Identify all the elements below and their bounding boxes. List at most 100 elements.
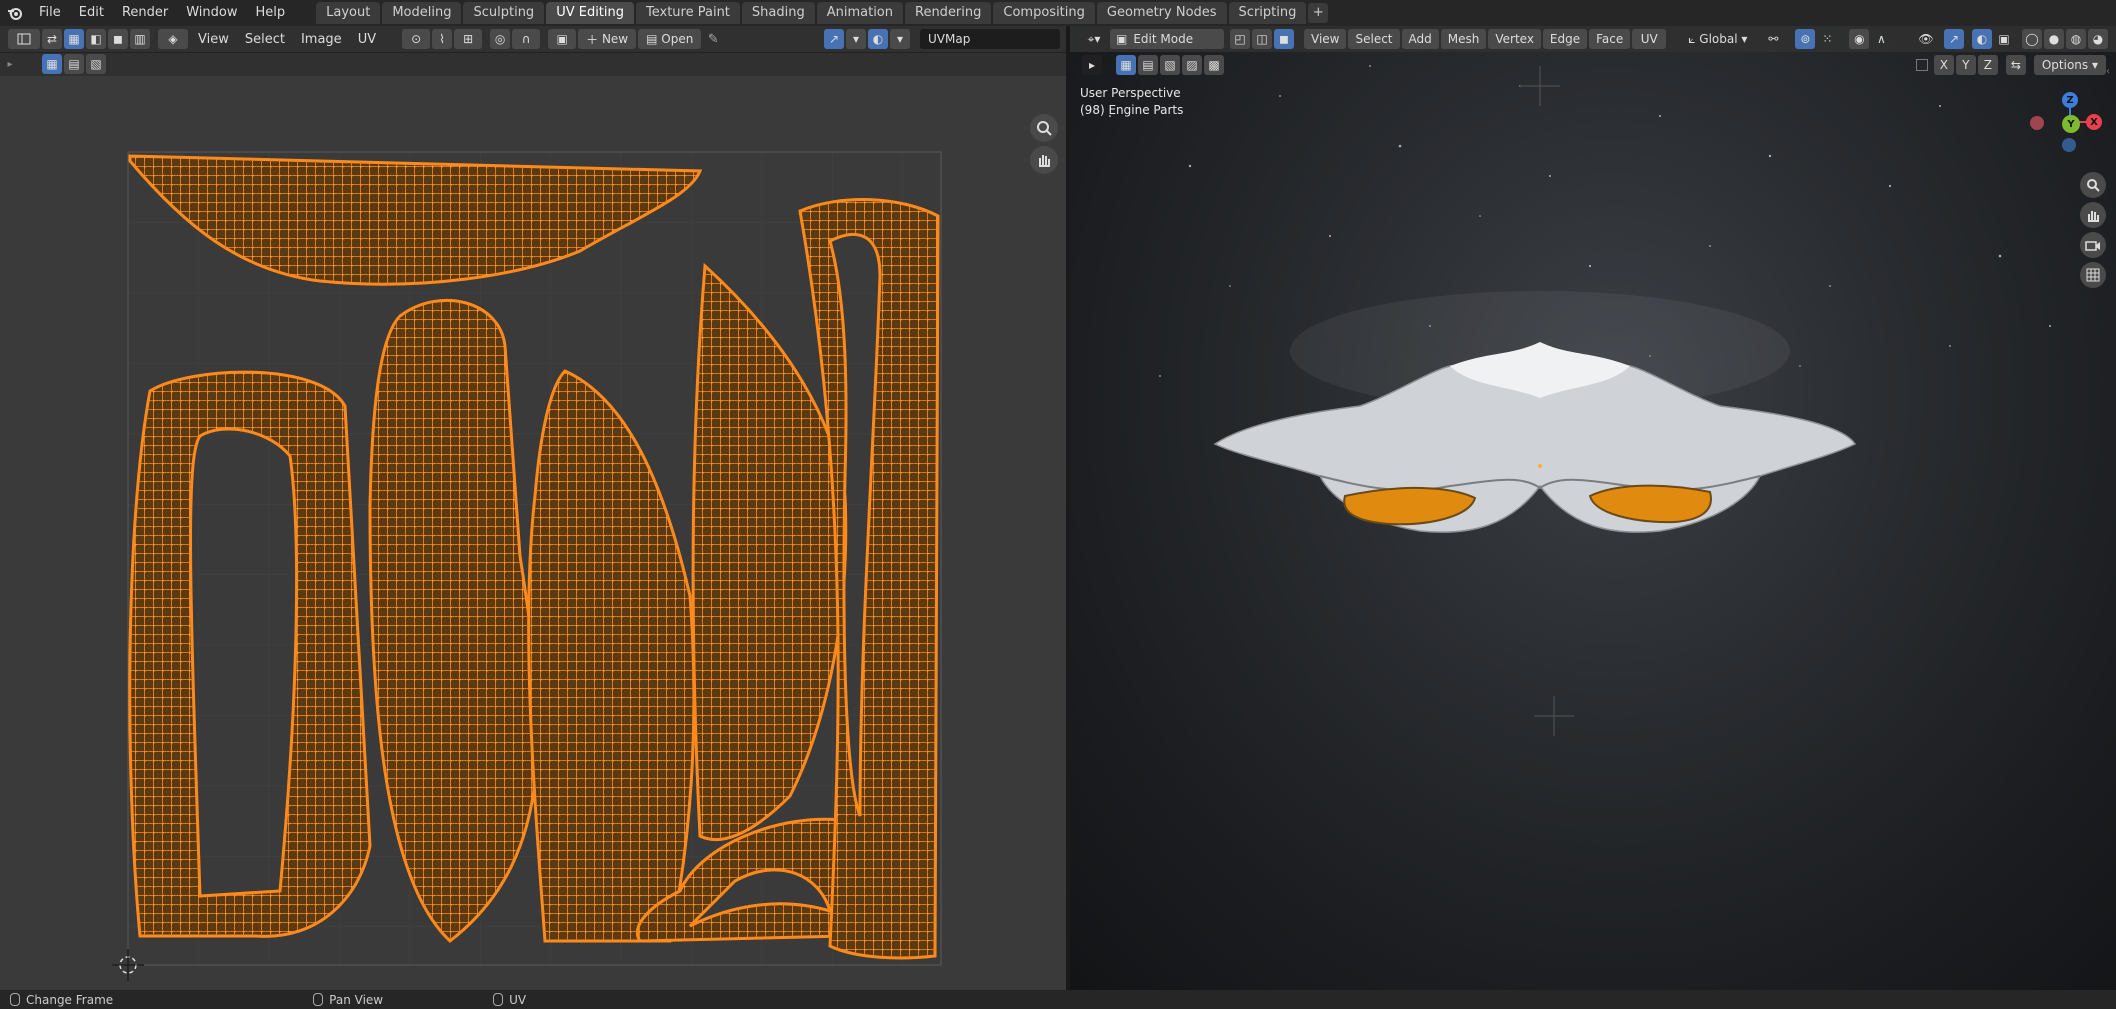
- visibility-icon[interactable]: 👁: [1916, 29, 1936, 49]
- select-new-icon[interactable]: ▦: [42, 54, 62, 74]
- mirror-lock-icon[interactable]: [1915, 59, 1928, 71]
- select-box-invert-icon[interactable]: ▨: [1182, 55, 1202, 75]
- vp-menu-view[interactable]: View: [1304, 29, 1347, 49]
- 3d-viewport[interactable]: ⌖▾ ▣ Edit Mode ◰ ◫ ◼ View Select Add Mes…: [1070, 26, 2116, 990]
- gizmo-dropdown-icon[interactable]: ▾: [890, 29, 910, 49]
- shading-rendered-icon[interactable]: ◕: [2088, 29, 2108, 49]
- grid-icon[interactable]: [2080, 262, 2106, 288]
- transform-orientation-dropdown[interactable]: ⟀ Global ▾: [1682, 29, 1753, 49]
- tab-rendering[interactable]: Rendering: [905, 2, 992, 24]
- image-browse-icon[interactable]: ▣: [548, 29, 577, 49]
- edge-select-icon[interactable]: ◧: [86, 29, 106, 49]
- island-select-icon[interactable]: ▥: [130, 29, 150, 49]
- menu-window[interactable]: Window: [177, 0, 246, 26]
- pivot-icon[interactable]: ⊙: [402, 29, 431, 49]
- edge-mode-icon[interactable]: ◫: [1252, 29, 1272, 49]
- shading-wireframe-icon[interactable]: ◯: [2022, 29, 2042, 49]
- navigation-gizmo[interactable]: Z Y X: [2030, 86, 2110, 166]
- gizmo-neg-x-axis[interactable]: [2030, 116, 2044, 130]
- falloff-3d-icon[interactable]: ∧: [1871, 29, 1891, 49]
- sidebar-expand-icon[interactable]: ‹: [2106, 66, 2110, 77]
- select-extend-icon[interactable]: ▤: [64, 54, 84, 74]
- tab-texture-paint[interactable]: Texture Paint: [636, 2, 740, 24]
- select-box-intersect-icon[interactable]: ▩: [1204, 55, 1224, 75]
- tab-layout[interactable]: Layout: [316, 2, 381, 24]
- gizmo-z-axis[interactable]: Z: [2062, 92, 2078, 108]
- zoom-icon[interactable]: [1030, 114, 1058, 142]
- snap-icon[interactable]: ⌇: [432, 29, 453, 49]
- vp-zoom-icon[interactable]: [2080, 172, 2106, 198]
- tab-sculpting[interactable]: Sculpting: [463, 2, 545, 24]
- menu-edit[interactable]: Edit: [70, 0, 113, 26]
- new-image-button[interactable]: ＋ New: [578, 29, 637, 49]
- overlay-3d-toggle-icon[interactable]: ◐: [1972, 29, 1992, 49]
- proportional-edit-3d-icon[interactable]: ◉: [1849, 29, 1870, 49]
- select-box-new-icon[interactable]: ▦: [1116, 55, 1136, 75]
- uv-sync-icon[interactable]: ↗: [824, 29, 844, 49]
- menu-file[interactable]: File: [30, 0, 70, 26]
- tab-geometry-nodes[interactable]: Geometry Nodes: [1096, 2, 1227, 24]
- vp-menu-vertex[interactable]: Vertex: [1488, 29, 1541, 49]
- vertex-select-icon[interactable]: ▦: [64, 29, 84, 49]
- vp-menu-select[interactable]: Select: [1348, 29, 1400, 49]
- vp-menu-face[interactable]: Face: [1589, 29, 1631, 49]
- menu-render[interactable]: Render: [113, 0, 177, 26]
- camera-icon[interactable]: [2080, 232, 2106, 258]
- editor-type-icon[interactable]: [8, 29, 40, 49]
- select-subtract-icon[interactable]: ▧: [86, 54, 106, 74]
- overlay-dropdown-icon[interactable]: ▾: [846, 29, 866, 49]
- uv-menu-uv[interactable]: UV: [350, 32, 384, 47]
- options-dropdown[interactable]: Options ▾: [2033, 55, 2106, 75]
- mode-dropdown[interactable]: ▣ Edit Mode: [1110, 29, 1224, 49]
- vp-menu-add[interactable]: Add: [1401, 29, 1439, 49]
- face-mode-icon[interactable]: ◼: [1274, 29, 1294, 49]
- tab-shading[interactable]: Shading: [741, 2, 815, 24]
- shading-material-icon[interactable]: ◍: [2066, 29, 2086, 49]
- vertex-mode-icon[interactable]: ◰: [1230, 29, 1250, 49]
- uv-menu-select[interactable]: Select: [237, 32, 293, 47]
- shading-solid-icon[interactable]: ●: [2044, 29, 2064, 49]
- falloff-icon[interactable]: ∩: [512, 29, 541, 49]
- uv-mesh-layout[interactable]: [0, 76, 1066, 990]
- gizmo-neg-z-axis[interactable]: [2062, 138, 2076, 152]
- proportional-edit-icon[interactable]: ◎: [490, 29, 511, 49]
- gizmo-toggle-icon[interactable]: ◐: [868, 29, 888, 49]
- hand-pan-icon[interactable]: [1030, 146, 1058, 174]
- sticky-select-icon[interactable]: ◈: [158, 29, 188, 49]
- uvmap-field[interactable]: UVMap: [920, 29, 1060, 49]
- pivot-point-icon[interactable]: ⚯: [1763, 29, 1783, 49]
- select-box-subtract-icon[interactable]: ▧: [1160, 55, 1180, 75]
- toolbar-expand-icon[interactable]: ▸: [0, 59, 20, 70]
- open-image-button[interactable]: ▤ Open: [638, 29, 702, 49]
- mirror-z-toggle[interactable]: Z: [1977, 55, 1998, 75]
- vp-menu-uv[interactable]: UV: [1632, 29, 1667, 49]
- vp-hand-pan-icon[interactable]: [2080, 202, 2106, 228]
- tab-compositing[interactable]: Compositing: [993, 2, 1095, 24]
- tab-scripting[interactable]: Scripting: [1228, 2, 1307, 24]
- gizmo-3d-toggle-icon[interactable]: ↗: [1944, 29, 1964, 49]
- snap-target-icon[interactable]: ⊞: [454, 29, 483, 49]
- menu-help[interactable]: Help: [247, 0, 295, 26]
- toolbar-toggle-icon[interactable]: ▸: [1082, 55, 1102, 75]
- select-box-extend-icon[interactable]: ▤: [1138, 55, 1158, 75]
- uv-menu-image[interactable]: Image: [293, 32, 350, 47]
- vp-menu-edge[interactable]: Edge: [1542, 29, 1588, 49]
- face-select-icon[interactable]: ◼: [108, 29, 128, 49]
- uv-menu-view[interactable]: View: [190, 32, 237, 47]
- gizmo-x-axis[interactable]: X: [2086, 114, 2102, 130]
- blender-logo-icon[interactable]: [0, 0, 30, 26]
- tab-uv-editing[interactable]: UV Editing: [546, 2, 635, 24]
- uv-canvas[interactable]: [0, 76, 1066, 990]
- snap-target-3d-icon[interactable]: ⁙: [1817, 29, 1837, 49]
- gizmo-y-axis[interactable]: Y: [2062, 115, 2080, 133]
- mirror-y-toggle[interactable]: Y: [1955, 55, 1976, 75]
- mirror-x-toggle[interactable]: X: [1933, 55, 1954, 75]
- xray-icon[interactable]: ▣: [1994, 29, 2014, 49]
- tab-animation[interactable]: Animation: [816, 2, 903, 24]
- auto-merge-icon[interactable]: ⇆: [2005, 55, 2026, 75]
- vp-menu-mesh[interactable]: Mesh: [1440, 29, 1487, 49]
- tab-modeling[interactable]: Modeling: [382, 2, 462, 24]
- pin-icon[interactable]: ✎: [703, 32, 723, 47]
- add-workspace-button[interactable]: +: [1308, 3, 1329, 23]
- sync-selection-icon[interactable]: ⇄: [42, 29, 62, 49]
